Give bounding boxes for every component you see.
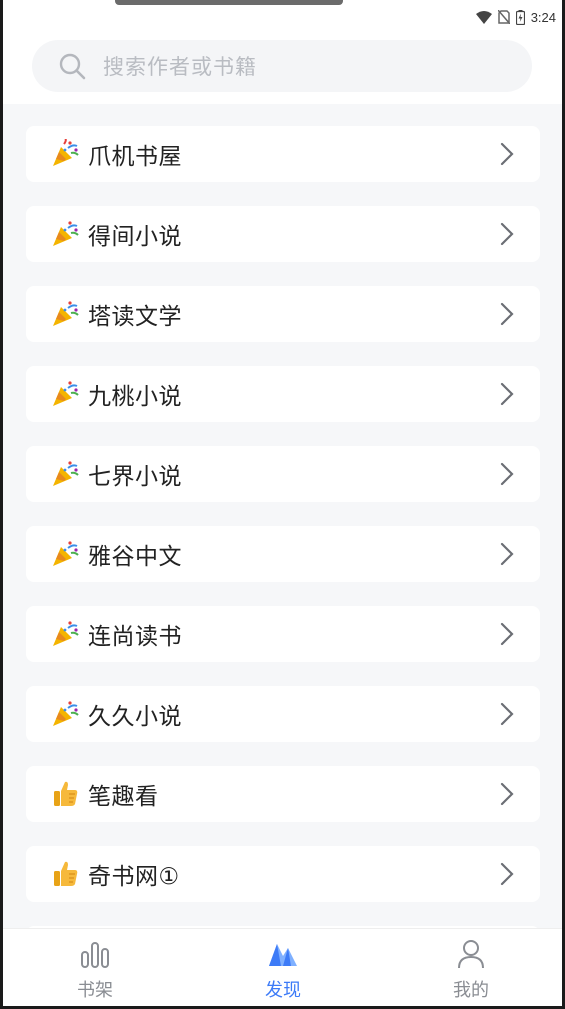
- list-item[interactable]: 九桃小说: [26, 366, 540, 422]
- search-placeholder: 搜索作者或书籍: [103, 55, 257, 79]
- bottom-tab-bar: 书架 发现 我的: [3, 928, 562, 1006]
- camera-notch: [115, 0, 343, 5]
- status-time: 3:24: [530, 9, 556, 25]
- person-icon: [458, 940, 484, 969]
- chevron-right-icon: [500, 142, 514, 166]
- list-item-label: 得间小说: [88, 224, 182, 250]
- list-item[interactable]: 得间小说: [26, 206, 540, 262]
- app-screen: 3:24 搜索作者或书籍 爪机书屋 得间小说 塔读文学 九桃小说 七界小说 雅谷…: [3, 0, 562, 1006]
- chevron-right-icon: [500, 702, 514, 726]
- discover-icon: [269, 944, 297, 966]
- list-item-label: 笔趣看: [88, 784, 159, 810]
- battery-icon: [515, 9, 525, 25]
- chevron-right-icon: [500, 382, 514, 406]
- list-item[interactable]: 七界小说: [26, 446, 540, 502]
- chevron-right-icon: [500, 622, 514, 646]
- list-item-label: 久久小说: [88, 704, 182, 730]
- list-item[interactable]: 塔读文学: [26, 286, 540, 342]
- list-item-label: 连尚读书: [88, 624, 182, 650]
- bookshelf-icon: [81, 942, 109, 968]
- tab-bookshelf[interactable]: 书架: [35, 929, 155, 1006]
- tab-label: 发现: [265, 980, 301, 1001]
- search-input[interactable]: 搜索作者或书籍: [32, 40, 532, 92]
- list-item[interactable]: 连尚读书: [26, 606, 540, 662]
- list-item[interactable]: 雅谷中文: [26, 526, 540, 582]
- thumbs-up-icon: [54, 781, 78, 806]
- list-item[interactable]: 奇书网①: [26, 846, 540, 902]
- party-popper-icon: [53, 461, 79, 486]
- party-popper-icon: [53, 381, 79, 406]
- tab-profile[interactable]: 我的: [411, 929, 531, 1006]
- chevron-right-icon: [500, 302, 514, 326]
- chevron-right-icon: [500, 782, 514, 806]
- wifi-icon: [475, 10, 492, 24]
- party-popper-icon: [53, 621, 79, 646]
- chevron-right-icon: [500, 462, 514, 486]
- list-item-label: 七界小说: [88, 464, 182, 490]
- list-item[interactable]: 久久小说: [26, 686, 540, 742]
- list-item-label: 爪机书屋: [88, 144, 182, 170]
- list-item-label: 雅谷中文: [88, 544, 182, 570]
- chevron-right-icon: [500, 862, 514, 886]
- list-item[interactable]: 爪机书屋: [26, 126, 540, 182]
- party-popper-icon: [53, 541, 79, 566]
- thumbs-up-icon: [54, 861, 78, 886]
- list-item-label: 奇书网①: [88, 864, 180, 890]
- search-icon: [59, 53, 86, 80]
- tab-discover[interactable]: 发现: [223, 929, 343, 1006]
- no-sim-icon: [497, 10, 510, 24]
- party-popper-icon: [53, 139, 79, 166]
- tab-label: 书架: [77, 980, 113, 1001]
- tab-label: 我的: [453, 980, 489, 1001]
- chevron-right-icon: [500, 542, 514, 566]
- search-header: 搜索作者或书籍: [3, 32, 562, 104]
- party-popper-icon: [53, 221, 79, 246]
- party-popper-icon: [53, 301, 79, 326]
- list-item[interactable]: 笔趣看: [26, 766, 540, 822]
- list-item-label: 塔读文学: [88, 304, 182, 330]
- party-popper-icon: [53, 701, 79, 726]
- chevron-right-icon: [500, 222, 514, 246]
- list-item-label: 九桃小说: [88, 384, 182, 410]
